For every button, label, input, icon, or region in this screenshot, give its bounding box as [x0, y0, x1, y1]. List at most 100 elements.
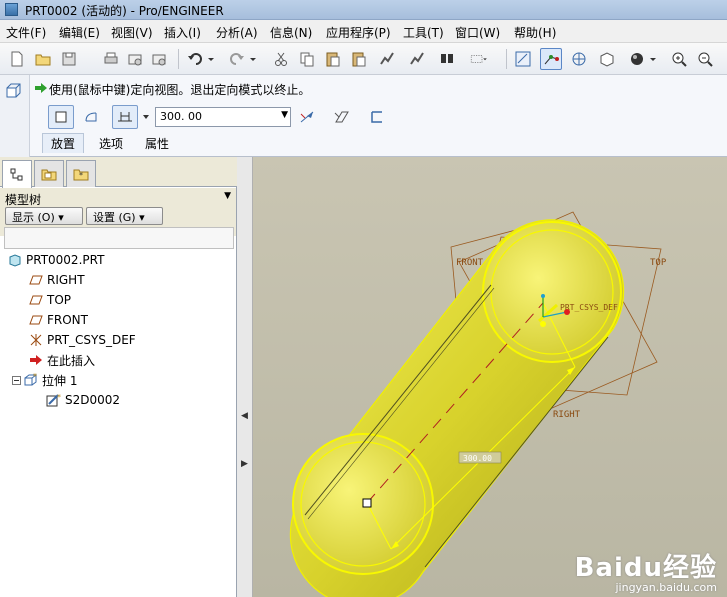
- tree-item-part[interactable]: PRT0002.PRT: [7, 251, 104, 269]
- save-icon[interactable]: [58, 48, 80, 70]
- tree-item-sketch[interactable]: * S2D0002: [46, 391, 120, 409]
- shading-dropdown-icon[interactable]: [648, 48, 658, 70]
- csys-label[interactable]: PRT_CSYS_DEF: [560, 303, 618, 312]
- depth-option-button[interactable]: [112, 105, 138, 129]
- dashboard-left-strip: [0, 75, 30, 157]
- tree-item-csys[interactable]: PRT_CSYS_DEF: [28, 331, 136, 349]
- extrude-icon: *: [23, 373, 39, 387]
- solid-icon: [55, 111, 67, 123]
- regen-manager-icon[interactable]: [406, 48, 428, 70]
- model-tree-icon: [10, 168, 23, 180]
- tab-folder-browser[interactable]: [34, 160, 64, 187]
- tab-placement[interactable]: 放置: [42, 133, 85, 153]
- thicken-sketch-button[interactable]: [366, 105, 388, 129]
- svg-text:*: *: [33, 373, 37, 381]
- model-graphic: 300.00 FRONT TOP RIGHT PRT_CSYS_DEF: [289, 211, 667, 597]
- redo-dropdown-icon[interactable]: [248, 48, 258, 70]
- tree-item-top[interactable]: TOP: [28, 291, 71, 309]
- undo-icon[interactable]: [184, 48, 206, 70]
- tab-model-tree[interactable]: [2, 160, 32, 188]
- menu-insert[interactable]: 插入(I): [164, 24, 201, 41]
- email-attach-icon[interactable]: [148, 48, 170, 70]
- paste-special-icon[interactable]: [348, 48, 370, 70]
- zoom-in-icon[interactable]: [668, 48, 690, 70]
- tree-item-insert-here[interactable]: 在此插入: [28, 351, 95, 369]
- find-icon[interactable]: [436, 48, 458, 70]
- favorites-icon: *: [73, 169, 89, 181]
- extrude-solid-button[interactable]: [48, 105, 74, 129]
- shading-icon[interactable]: [626, 48, 648, 70]
- menu-bar: 文件(F) 编辑(E) 视图(V) 插入(I) 分析(A) 信息(N) 应用程序…: [0, 20, 727, 43]
- part-icon: [7, 253, 23, 267]
- undo-dropdown-icon[interactable]: [206, 48, 216, 70]
- tree-item-right[interactable]: RIGHT: [28, 271, 85, 289]
- tab-options[interactable]: 选项: [99, 135, 123, 152]
- flip-direction-button[interactable]: [296, 105, 318, 129]
- datum-axis-display-icon[interactable]: [540, 48, 562, 70]
- tree-item-label: S2D0002: [65, 393, 121, 407]
- menu-file[interactable]: 文件(F): [6, 24, 46, 41]
- panel-splitter[interactable]: ◀ ▶: [237, 157, 253, 597]
- chevron-down-icon[interactable]: ▼: [224, 191, 231, 201]
- menu-analysis[interactable]: 分析(A): [216, 24, 258, 41]
- cut-icon[interactable]: [270, 48, 292, 70]
- message-arrow-icon: [35, 83, 47, 93]
- show-button[interactable]: 显示 (O) ▾: [5, 207, 83, 225]
- model-tree-label: 模型树: [5, 193, 42, 207]
- csys-display-icon[interactable]: [596, 48, 618, 70]
- tree-item-extrude[interactable]: * 拉伸 1: [11, 371, 77, 389]
- zoom-out-icon[interactable]: [694, 48, 716, 70]
- toolbar-separator: [506, 49, 507, 69]
- depth-value-input[interactable]: 300. 00 ▼: [155, 107, 291, 127]
- tab-favorites[interactable]: *: [66, 160, 96, 187]
- graphics-window[interactable]: 300.00 FRONT TOP RIGHT PRT_CSYS_DEF Baid…: [253, 157, 727, 597]
- datum-plane-display-icon[interactable]: [512, 48, 534, 70]
- folder-browser-icon: [41, 169, 57, 181]
- chevron-down-icon[interactable]: ▼: [281, 110, 288, 120]
- regenerate-icon[interactable]: [376, 48, 398, 70]
- email-icon[interactable]: [124, 48, 146, 70]
- menu-help[interactable]: 帮助(H): [514, 24, 556, 41]
- select-box-icon[interactable]: [464, 48, 494, 70]
- extrude-dashboard: 使用(鼠标中键)定向视图。退出定向模式以终止。 300. 00 ▼ 放置 选项 …: [0, 75, 727, 157]
- open-icon[interactable]: [32, 48, 54, 70]
- window-title: PRT0002 (活动的) - Pro/ENGINEER: [25, 4, 224, 18]
- datum-plane-icon: [28, 313, 44, 327]
- tree-filter-bar[interactable]: [4, 227, 234, 249]
- svg-text:*: *: [79, 171, 83, 180]
- tab-properties[interactable]: 属性: [145, 135, 169, 152]
- collapse-icon[interactable]: [11, 373, 21, 387]
- tree-item-label: 在此插入: [47, 353, 96, 368]
- print-icon[interactable]: [100, 48, 122, 70]
- toolbar-separator: [178, 49, 179, 69]
- menu-view[interactable]: 视图(V): [111, 24, 153, 41]
- depth-option-dropdown[interactable]: [140, 105, 152, 129]
- paste-icon[interactable]: [322, 48, 344, 70]
- menu-edit[interactable]: 编辑(E): [59, 24, 100, 41]
- remove-material-button[interactable]: [330, 105, 352, 129]
- tree-item-label: TOP: [47, 293, 72, 307]
- extrude-surface-button[interactable]: [78, 105, 104, 129]
- menu-tools[interactable]: 工具(T): [403, 24, 444, 41]
- right-plane-label[interactable]: RIGHT: [553, 410, 581, 420]
- menu-info[interactable]: 信息(N): [270, 24, 312, 41]
- top-plane-label[interactable]: TOP: [650, 258, 667, 268]
- copy-icon[interactable]: [296, 48, 318, 70]
- csys-icon: [28, 333, 44, 347]
- insert-arrow-icon: [28, 353, 44, 367]
- flip-direction-icon: [300, 111, 314, 123]
- settings-button[interactable]: 设置 (G) ▾: [86, 207, 163, 225]
- front-plane-label[interactable]: FRONT: [456, 258, 484, 268]
- new-icon[interactable]: [6, 48, 28, 70]
- chevron-down-icon: [143, 115, 149, 119]
- tree-item-front[interactable]: FRONT: [28, 311, 88, 329]
- menu-applications[interactable]: 应用程序(P): [326, 24, 391, 41]
- redo-icon[interactable]: [226, 48, 248, 70]
- watermark-logo: Baidu经验: [574, 553, 717, 583]
- depth-dimension-label[interactable]: 300.00: [463, 454, 492, 463]
- datum-point-display-icon[interactable]: [568, 48, 590, 70]
- collapse-left-icon[interactable]: ◀: [241, 411, 248, 421]
- menu-window[interactable]: 窗口(W): [455, 24, 500, 41]
- thicken-icon: [371, 111, 382, 123]
- expand-right-icon[interactable]: ▶: [241, 459, 248, 469]
